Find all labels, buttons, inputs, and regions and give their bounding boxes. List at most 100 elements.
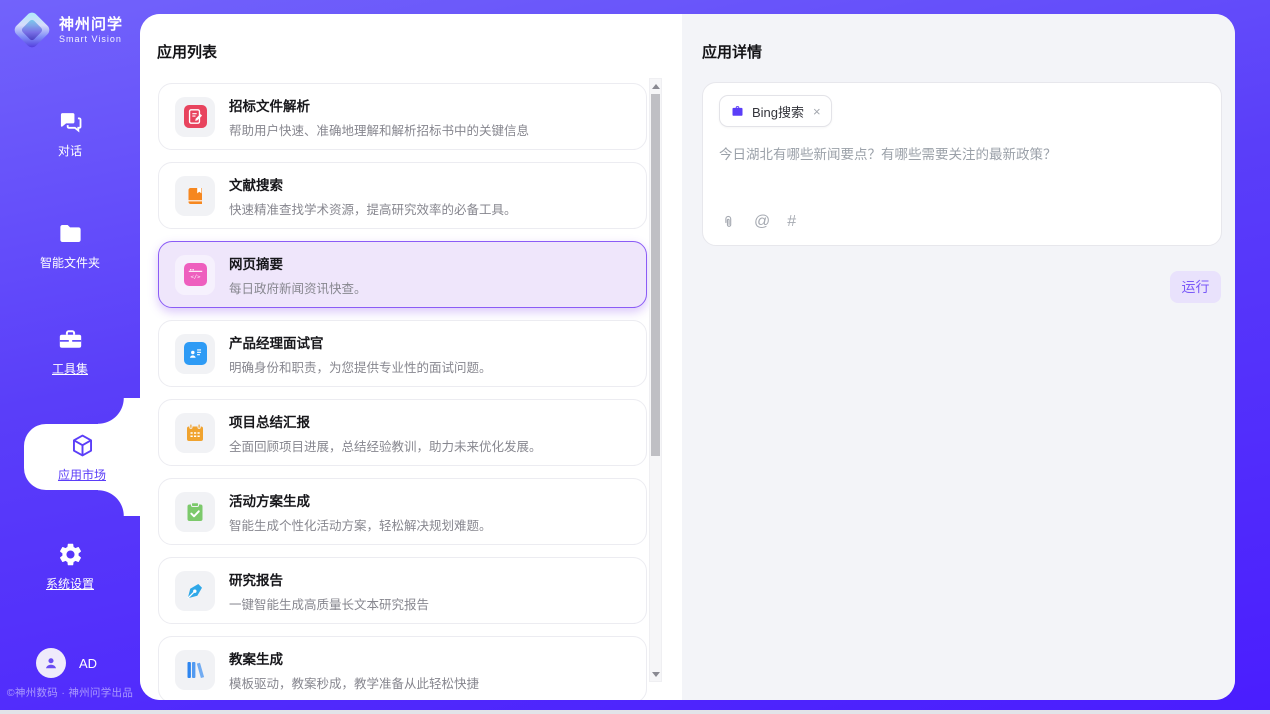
app-card-text: 产品经理面试官明确身份和职责，为您提供专业性的面试问题。	[229, 332, 492, 376]
user-initials: AD	[79, 656, 97, 671]
user-row[interactable]: AD	[36, 648, 97, 678]
brand-name: 神州问学	[59, 16, 123, 33]
app-name: 文献搜索	[229, 174, 517, 194]
app-icon-tile	[175, 334, 215, 374]
app-card[interactable]: 招标文件解析帮助用户快速、准确地理解和解析招标书中的关键信息	[158, 83, 647, 150]
sidebar-item-5[interactable]: 系统设置	[0, 541, 140, 592]
app-name: 教案生成	[229, 648, 479, 668]
app-icon-tile	[175, 650, 215, 690]
pill-curve-top	[98, 398, 140, 424]
app-list-panel: 应用列表 招标文件解析帮助用户快速、准确地理解和解析招标书中的关键信息文献搜索快…	[140, 14, 682, 700]
app-list-title: 应用列表	[157, 41, 217, 62]
tool-chip-bing-search[interactable]: Bing搜索 ×	[719, 95, 832, 127]
pen-icon	[183, 579, 207, 603]
sidebar-item-label: 工具集	[52, 360, 88, 377]
app-icon-tile	[175, 97, 215, 137]
input-actions: @ #	[720, 213, 796, 231]
sidebar-item-label: 系统设置	[46, 575, 94, 592]
cube-icon	[69, 432, 96, 459]
app-card[interactable]: 项目总结汇报全面回顾项目进展，总结经验教训，助力未来优化发展。	[158, 399, 647, 466]
app-card-text: 教案生成模板驱动，教案秒成，教学准备从此轻松快捷	[229, 648, 479, 692]
app-card-text: 活动方案生成智能生成个性化活动方案，轻松解决规划难题。	[229, 490, 492, 534]
scroll-up-button[interactable]	[650, 79, 661, 93]
main-content: 应用列表 招标文件解析帮助用户快速、准确地理解和解析招标书中的关键信息文献搜索快…	[140, 14, 1235, 700]
pill-curve-bottom	[98, 490, 140, 516]
run-button[interactable]: 运行	[1170, 271, 1221, 303]
topic-icon[interactable]: #	[787, 213, 796, 231]
app-card[interactable]: </> 网页摘要每日政府新闻资讯快查。	[158, 241, 647, 308]
clipboard-check-icon	[183, 500, 207, 524]
app-description: 全面回顾项目进展，总结经验教训，助力未来优化发展。	[229, 436, 542, 455]
app-icon-tile	[175, 413, 215, 453]
app-card-text: 文献搜索快速精准查找学术资源，提高研究效率的必备工具。	[229, 174, 517, 218]
sidebar-item-1[interactable]: 对话	[0, 108, 140, 159]
app-card[interactable]: 文献搜索快速精准查找学术资源，提高研究效率的必备工具。	[158, 162, 647, 229]
app-name: 产品经理面试官	[229, 332, 492, 352]
scrollbar[interactable]	[649, 78, 662, 682]
sidebar-item-3[interactable]: 工具集	[0, 326, 140, 377]
app-description: 模板驱动，教案秒成，教学准备从此轻松快捷	[229, 673, 479, 692]
app-card[interactable]: 活动方案生成智能生成个性化活动方案，轻松解决规划难题。	[158, 478, 647, 545]
app-name: 招标文件解析	[229, 95, 529, 115]
app-description: 帮助用户快速、准确地理解和解析招标书中的关键信息	[229, 120, 529, 139]
books-icon	[183, 658, 207, 682]
brand-logo: 神州问学 Smart Vision	[14, 12, 123, 48]
app-description: 智能生成个性化活动方案，轻松解决规划难题。	[229, 515, 492, 534]
app-name: 活动方案生成	[229, 490, 492, 510]
app-card-text: 招标文件解析帮助用户快速、准确地理解和解析招标书中的关键信息	[229, 95, 529, 139]
sidebar-item-2[interactable]: 智能文件夹	[0, 220, 140, 271]
app-icon-tile	[175, 176, 215, 216]
app-name: 网页摘要	[229, 253, 367, 273]
scroll-down-button[interactable]	[650, 667, 661, 681]
app-card[interactable]: 教案生成模板驱动，教案秒成，教学准备从此轻松快捷	[158, 636, 647, 700]
triangle-down-icon	[652, 672, 660, 677]
sidebar-item-label: 对话	[58, 142, 82, 159]
avatar[interactable]	[36, 648, 66, 678]
brand-diamond-icon	[12, 10, 52, 50]
brand-subtitle: Smart Vision	[59, 34, 123, 44]
svg-text:</>: </>	[190, 274, 201, 280]
app-icon-tile: </>	[175, 255, 215, 295]
app-card-text: 项目总结汇报全面回顾项目进展，总结经验教训，助力未来优化发展。	[229, 411, 542, 455]
app-detail-panel: 应用详情 Bing搜索 × 今日湖北有哪些新闻要点？有哪些需要关注的最新政策？ …	[682, 14, 1235, 700]
prompt-input-card[interactable]: Bing搜索 × 今日湖北有哪些新闻要点？有哪些需要关注的最新政策？ @ #	[702, 82, 1222, 246]
app-description: 明确身份和职责，为您提供专业性的面试问题。	[229, 357, 492, 376]
app-icon-tile	[175, 492, 215, 532]
book-icon	[183, 184, 207, 208]
folder-icon	[57, 220, 84, 247]
app-name: 项目总结汇报	[229, 411, 542, 431]
app-card[interactable]: 产品经理面试官明确身份和职责，为您提供专业性的面试问题。	[158, 320, 647, 387]
gear-icon	[57, 541, 84, 568]
triangle-up-icon	[652, 84, 660, 89]
sidebar-selected-pill: 应用市场	[24, 424, 140, 490]
sidebar-footer: ©神州数码 · 神州问学出品	[0, 685, 140, 700]
app-detail-title: 应用详情	[702, 41, 762, 62]
app-name: 研究报告	[229, 569, 429, 589]
person-icon	[42, 654, 60, 672]
app-description: 一键智能生成高质量长文本研究报告	[229, 594, 429, 613]
query-textarea[interactable]: 今日湖北有哪些新闻要点？有哪些需要关注的最新政策？	[719, 145, 1205, 165]
sidebar-item-label: 智能文件夹	[40, 254, 100, 271]
chat-icon	[57, 108, 84, 135]
app-card[interactable]: 研究报告一键智能生成高质量长文本研究报告	[158, 557, 647, 624]
document-edit-icon	[184, 105, 207, 128]
browser-code-icon: </>	[184, 263, 207, 286]
chip-close-icon[interactable]: ×	[813, 105, 821, 118]
interview-icon	[184, 342, 207, 365]
app-frame: 神州问学 Smart Vision 对话智能文件夹工具集应用市场系统设置 AD …	[0, 0, 1270, 710]
sidebar: 神州问学 Smart Vision 对话智能文件夹工具集应用市场系统设置 AD …	[0, 0, 140, 710]
calendar-icon	[183, 421, 207, 445]
toolbox-icon	[57, 326, 84, 353]
app-card-text: 网页摘要每日政府新闻资讯快查。	[229, 253, 367, 297]
paperclip-icon[interactable]	[720, 214, 737, 231]
sidebar-item-label: 应用市场	[58, 466, 106, 483]
mention-icon[interactable]: @	[754, 213, 770, 231]
tool-chip-label: Bing搜索	[752, 102, 804, 121]
briefcase-icon	[730, 104, 745, 119]
app-description: 每日政府新闻资讯快查。	[229, 278, 367, 297]
app-card-text: 研究报告一键智能生成高质量长文本研究报告	[229, 569, 429, 613]
sidebar-item-4[interactable]: 应用市场	[24, 424, 140, 483]
scrollbar-thumb[interactable]	[651, 94, 660, 456]
app-icon-tile	[175, 571, 215, 611]
app-description: 快速精准查找学术资源，提高研究效率的必备工具。	[229, 199, 517, 218]
